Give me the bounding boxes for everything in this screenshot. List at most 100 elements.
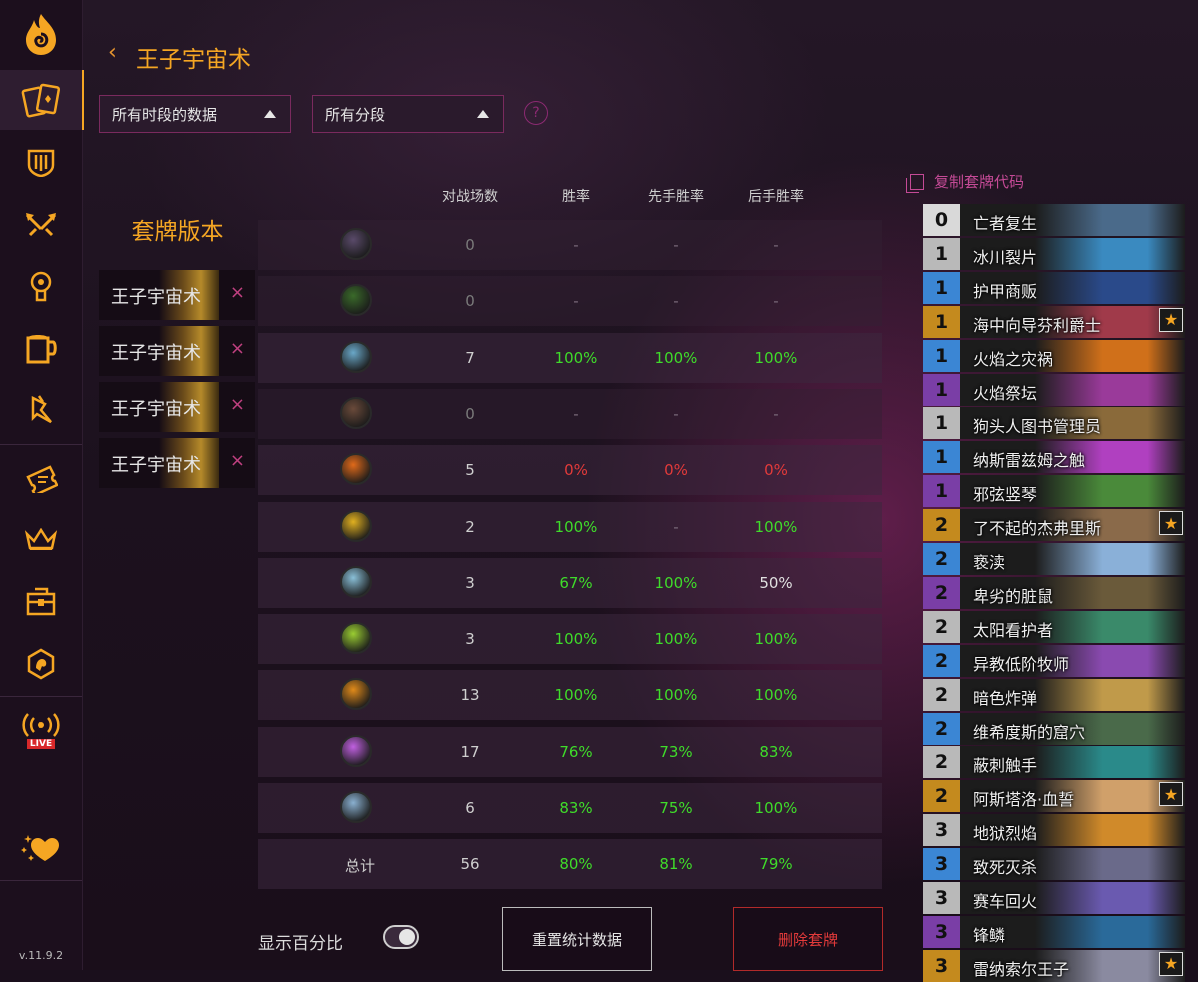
duels-icon[interactable]: [0, 382, 82, 438]
card-item[interactable]: 1 火焰之灾祸: [923, 339, 1185, 372]
card-item[interactable]: 1 火焰祭坛: [923, 373, 1185, 406]
first-winrate-cell: -: [673, 236, 679, 254]
reset-stats-button[interactable]: 重置统计数据: [502, 907, 652, 971]
card-item[interactable]: 1 海中向导芬利爵士 ★: [923, 305, 1185, 338]
card-item[interactable]: 3 致死灭杀: [923, 848, 1185, 881]
back-button[interactable]: ‹: [108, 40, 117, 65]
class-shaman-icon: [340, 678, 372, 711]
mercenaries-icon[interactable]: [0, 258, 82, 314]
copy-deck-code-button[interactable]: 复制套牌代码: [906, 171, 1025, 193]
card-item[interactable]: 2 异教低阶牧师: [923, 644, 1185, 677]
card-item[interactable]: 3 赛车回火: [923, 882, 1185, 914]
games-cell: 2: [465, 517, 475, 536]
card-item[interactable]: 1 狗头人图书管理员: [923, 407, 1185, 440]
card-body: 亵渎: [960, 543, 1185, 575]
card-item[interactable]: 1 纳斯雷兹姆之触: [923, 441, 1185, 474]
card-item[interactable]: 1 邪弦竖琴: [923, 475, 1185, 508]
first-winrate-cell: -: [673, 292, 679, 311]
tickets-icon[interactable]: [0, 450, 82, 506]
achievements-icon[interactable]: [0, 636, 82, 692]
games-cell: 13: [460, 686, 480, 705]
remove-version-icon[interactable]: ×: [230, 450, 245, 471]
card-item[interactable]: 1 冰川裂片: [923, 237, 1185, 270]
card-body: 异教低阶牧师: [960, 644, 1185, 677]
class-mage-icon: [340, 453, 372, 486]
card-item[interactable]: 2 卑劣的脏鼠: [923, 576, 1185, 609]
card-name: 火焰祭坛: [973, 383, 1038, 403]
crown-icon[interactable]: [0, 512, 82, 568]
card-item[interactable]: 1 护甲商贩: [923, 271, 1185, 304]
version-item[interactable]: 王子宇宙术 ×: [99, 270, 255, 320]
stats-row: 0 - - -: [258, 388, 882, 439]
card-cost: 1: [923, 373, 960, 406]
show-percent-toggle[interactable]: [383, 925, 419, 949]
card-name: 了不起的杰弗里斯: [973, 519, 1102, 539]
card-item[interactable]: 2 阿斯塔洛·血誓 ★: [923, 780, 1185, 813]
card-item[interactable]: 2 蔽刺触手: [923, 746, 1185, 779]
card-item[interactable]: 3 地狱烈焰: [923, 814, 1185, 847]
app-version: v.11.9.2: [18, 949, 64, 962]
remove-version-icon[interactable]: ×: [230, 394, 245, 415]
rank-filter-dropdown[interactable]: 所有分段: [312, 95, 504, 133]
support-heart-icon[interactable]: [0, 820, 82, 876]
card-body: 纳斯雷兹姆之触: [960, 441, 1185, 474]
winrate-cell: 83%: [559, 799, 593, 817]
second-winrate-cell: 100%: [754, 686, 798, 705]
card-name: 地狱烈焰: [973, 824, 1038, 844]
time-filter-dropdown[interactable]: 所有时段的数据: [99, 95, 291, 133]
winrate-cell: 100%: [554, 517, 598, 536]
tavern-icon[interactable]: [0, 320, 82, 376]
sidebar: LIVE v.11.9.2: [0, 0, 84, 970]
chest-icon[interactable]: [0, 574, 82, 630]
copy-deck-code-label: 复制套牌代码: [934, 173, 1025, 191]
second-winrate-cell: 0%: [764, 461, 788, 480]
first-winrate-cell: 0%: [664, 461, 688, 480]
card-item[interactable]: 2 维希度斯的窟穴: [923, 712, 1185, 745]
card-body: 阿斯塔洛·血誓 ★: [960, 780, 1185, 813]
card-body: 锋鳞: [960, 915, 1185, 948]
card-name: 海中向导芬利爵士: [973, 315, 1102, 335]
live-icon[interactable]: LIVE: [0, 700, 82, 760]
battlegrounds-icon[interactable]: [0, 196, 82, 252]
card-item[interactable]: 0 亡者复生: [923, 204, 1185, 236]
stats-row: 13 100% 100% 100%: [258, 670, 882, 721]
version-item[interactable]: 王子宇宙术 ×: [99, 382, 255, 432]
first-winrate-cell: 100%: [654, 573, 698, 592]
card-item[interactable]: 2 太阳看护者: [923, 610, 1185, 643]
card-name: 纳斯雷兹姆之触: [973, 451, 1086, 471]
delete-deck-button[interactable]: 删除套牌: [733, 907, 883, 971]
games-cell: 0: [465, 404, 475, 423]
help-icon[interactable]: ?: [524, 101, 548, 125]
card-art: [1035, 204, 1185, 236]
second-winrate-cell: -: [773, 404, 779, 423]
card-item[interactable]: 2 亵渎: [923, 543, 1185, 575]
remove-version-icon[interactable]: ×: [230, 282, 245, 303]
decks-icon[interactable]: [0, 70, 84, 130]
flame-logo-icon[interactable]: [0, 6, 82, 62]
triangle-up-icon: [477, 110, 489, 118]
total-label: 总计: [344, 857, 375, 876]
card-cost: 1: [923, 305, 960, 338]
class-death-knight-icon: [340, 396, 372, 429]
stats-row: 7 100% 100% 100%: [258, 332, 882, 383]
second-winrate-cell: 100%: [754, 517, 798, 536]
version-item[interactable]: 王子宇宙术 ×: [99, 438, 255, 488]
card-item[interactable]: 3 雷纳索尔王子 ★: [923, 949, 1185, 982]
arena-icon[interactable]: [0, 134, 82, 190]
card-art: [1035, 339, 1185, 372]
card-cost: 2: [923, 712, 960, 745]
card-name: 邪弦竖琴: [973, 485, 1038, 505]
card-item[interactable]: 3 锋鳞: [923, 915, 1185, 948]
version-item[interactable]: 王子宇宙术 ×: [99, 326, 255, 376]
versions-title: 套牌版本: [131, 219, 224, 245]
card-name: 异教低阶牧师: [973, 654, 1070, 674]
legendary-star-icon: ★: [1159, 951, 1183, 976]
show-percent-label: 显示百分比: [258, 934, 343, 954]
class-demon-hunter-icon: [340, 228, 372, 260]
card-item[interactable]: 2 了不起的杰弗里斯 ★: [923, 509, 1185, 542]
remove-version-icon[interactable]: ×: [230, 338, 245, 359]
card-cost: 1: [923, 441, 960, 474]
version-name: 王子宇宙术: [111, 399, 201, 420]
card-cost: 1: [923, 271, 960, 304]
card-item[interactable]: 2 暗色炸弹: [923, 678, 1185, 711]
